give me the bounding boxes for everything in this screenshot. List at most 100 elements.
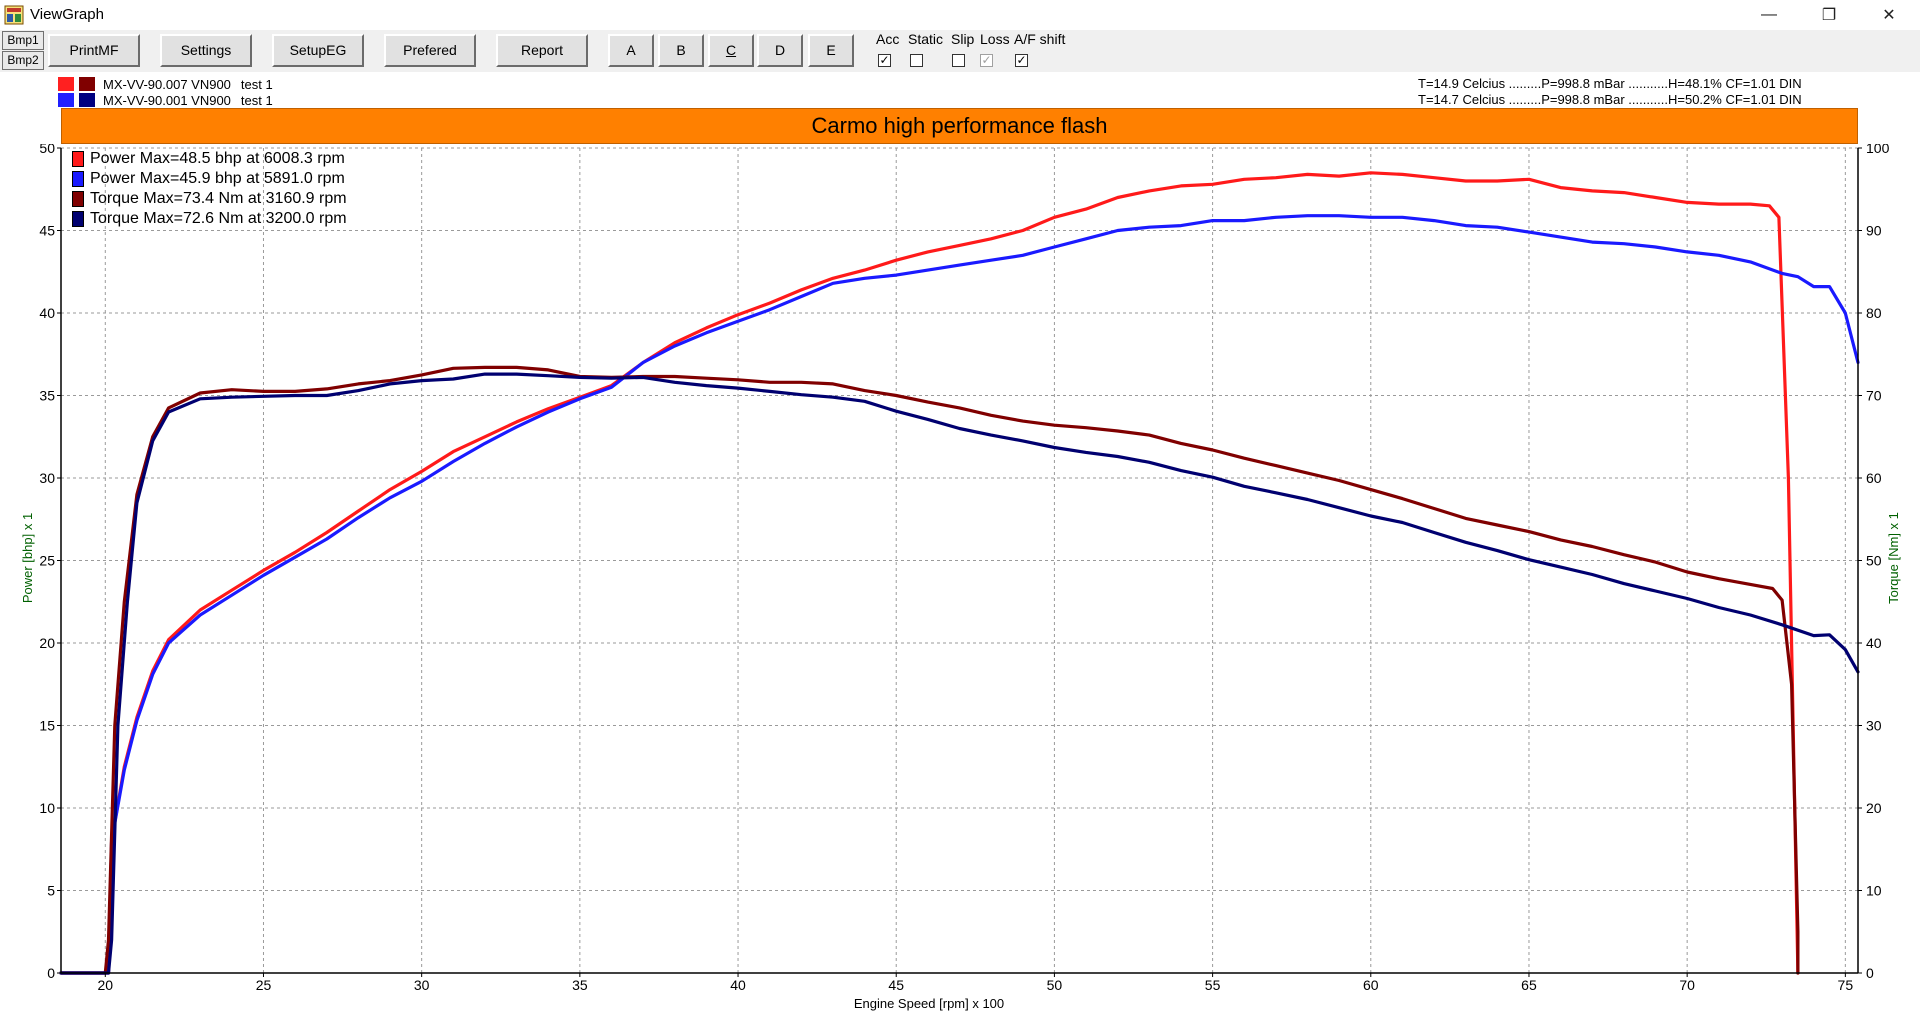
run-1-label: MX-VV-90.007 VN900 [103,76,231,92]
close-icon[interactable]: ✕ [1866,0,1912,30]
y2-tick-label: 20 [1866,800,1882,816]
y-tick-label: 25 [39,553,55,569]
legend-item[interactable]: Power Max=48.5 bhp at 6008.3 rpm [72,149,347,169]
legend-label: Torque Max=73.4 Nm at 3160.9 rpm [90,190,347,207]
acc-label: Acc [876,31,900,47]
static-label: Static [908,31,944,47]
af-shift-label: A/F shift [1014,31,1066,47]
legend-label: Torque Max=72.6 Nm at 3200.0 rpm [90,210,347,227]
run-2-torque-swatch [79,93,95,107]
x-axis-label: Engine Speed [rpm] x 100 [854,996,1004,1011]
chart-title: Carmo high performance flash [61,108,1858,144]
prefered-button[interactable]: Prefered [384,34,476,67]
d-button[interactable]: D [757,34,803,67]
y2-tick-label: 60 [1866,470,1882,486]
x-tick-label: 30 [414,977,430,993]
axes: 20 25 30 35 40 45 50 55 60 65 70 75 0 5 10 15 20 25 30 35 40… [39,144,1889,993]
loss-label: Loss [980,31,1010,47]
loss-checkbox[interactable]: ✓ [980,54,993,67]
e-button[interactable]: E [808,34,854,67]
x-tick-label: 60 [1363,977,1379,993]
run-1-test: test 1 [240,76,273,92]
y-tick-label: 10 [39,800,55,816]
run-2-label: MX-VV-90.001 VN900 [103,92,231,108]
legend-item[interactable]: Power Max=45.9 bhp at 5891.0 rpm [72,169,347,189]
y-tick-label: 30 [39,470,55,486]
series-line-1 [59,171,1800,975]
series-line-2 [59,214,1860,975]
grid [61,147,1858,973]
y-tick-label: 15 [39,718,55,734]
y-axis-label-left: Power [bhp] x 1 [20,513,35,603]
static-checkbox[interactable] [910,54,923,67]
run-2-test: test 1 [240,92,273,108]
x-tick-label: 75 [1838,977,1854,993]
y-tick-label: 5 [47,883,55,899]
legend-item[interactable]: Torque Max=72.6 Nm at 3200.0 rpm [72,209,347,229]
chart-legend: Power Max=48.5 bhp at 6008.3 rpm Power M… [72,149,347,229]
restore-icon[interactable]: ❐ [1806,0,1852,30]
toolbar: Bmp1 Bmp2 PrintMF Settings SetupEG Prefe… [0,30,1920,72]
legend-item[interactable]: Torque Max=73.4 Nm at 3160.9 rpm [72,189,347,209]
x-tick-label: 65 [1521,977,1537,993]
x-tick-label: 45 [888,977,904,993]
x-tick-label: 55 [1205,977,1221,993]
c-button[interactable]: C [708,34,754,67]
report-button[interactable]: Report [496,34,588,67]
legend-swatch [72,211,84,227]
y2-tick-label: 50 [1866,553,1882,569]
x-tick-label: 35 [572,977,588,993]
y-tick-label: 40 [39,305,55,321]
tab-bmp2[interactable]: Bmp2 [2,51,44,70]
window-title: ViewGraph [30,6,104,23]
app-icon [4,5,24,25]
series-line-4 [59,372,1860,975]
run-2-power-swatch [58,93,74,107]
legend-swatch [72,171,84,187]
y2-tick-label: 10 [1866,883,1882,899]
legend-label: Power Max=45.9 bhp at 5891.0 rpm [90,170,345,187]
x-tick-label: 25 [256,977,272,993]
y-tick-label: 45 [39,223,55,239]
y2-tick-label: 100 [1866,144,1890,156]
y2-tick-label: 80 [1866,305,1882,321]
title-bar: ViewGraph — ❐ ✕ [0,0,1920,30]
b-button[interactable]: B [658,34,704,67]
run-1-conditions: T=14.9 Celcius .........P=998.8 mBar ...… [1418,76,1802,91]
x-tick-label: 20 [98,977,114,993]
y-tick-label: 35 [39,388,55,404]
settings-button[interactable]: Settings [160,34,252,67]
legend-swatch [72,191,84,207]
setupeg-button[interactable]: SetupEG [272,34,364,67]
x-tick-label: 40 [730,977,746,993]
slip-checkbox[interactable] [952,54,965,67]
y-tick-label: 20 [39,635,55,651]
y2-tick-label: 30 [1866,718,1882,734]
y2-tick-label: 0 [1866,965,1874,981]
y-tick-label: 50 [39,144,55,156]
a-button[interactable]: A [608,34,654,67]
minimize-icon[interactable]: — [1746,0,1792,30]
legend-swatch [72,151,84,167]
series-line-3 [59,365,1800,975]
dyno-chart: 20 25 30 35 40 45 50 55 60 65 70 75 0 5 10 15 20 25 30 35 40… [20,144,1901,1011]
y-axis-label-right: Torque [Nm] x 1 [1886,512,1901,604]
x-tick-label: 50 [1047,977,1063,993]
y2-tick-label: 90 [1866,223,1882,239]
acc-checkbox[interactable]: ✓ [878,54,891,67]
legend-label: Power Max=48.5 bhp at 6008.3 rpm [90,150,345,167]
af-shift-checkbox[interactable]: ✓ [1015,54,1028,67]
run-row-2: MX-VV-90.001 VN900 test 1 [58,92,273,108]
series-lines [59,171,1860,975]
slip-label: Slip [951,31,975,47]
x-tick-label: 70 [1679,977,1695,993]
printmf-button[interactable]: PrintMF [48,34,140,67]
y2-tick-label: 70 [1866,388,1882,404]
run-1-power-swatch [58,77,74,91]
run-2-conditions: T=14.7 Celcius .........P=998.8 mBar ...… [1418,92,1802,107]
run-1-torque-swatch [79,77,95,91]
y2-tick-label: 40 [1866,635,1882,651]
y-tick-label: 0 [47,965,55,981]
run-row-1: MX-VV-90.007 VN900 test 1 [58,76,273,92]
tab-bmp1[interactable]: Bmp1 [2,31,44,50]
